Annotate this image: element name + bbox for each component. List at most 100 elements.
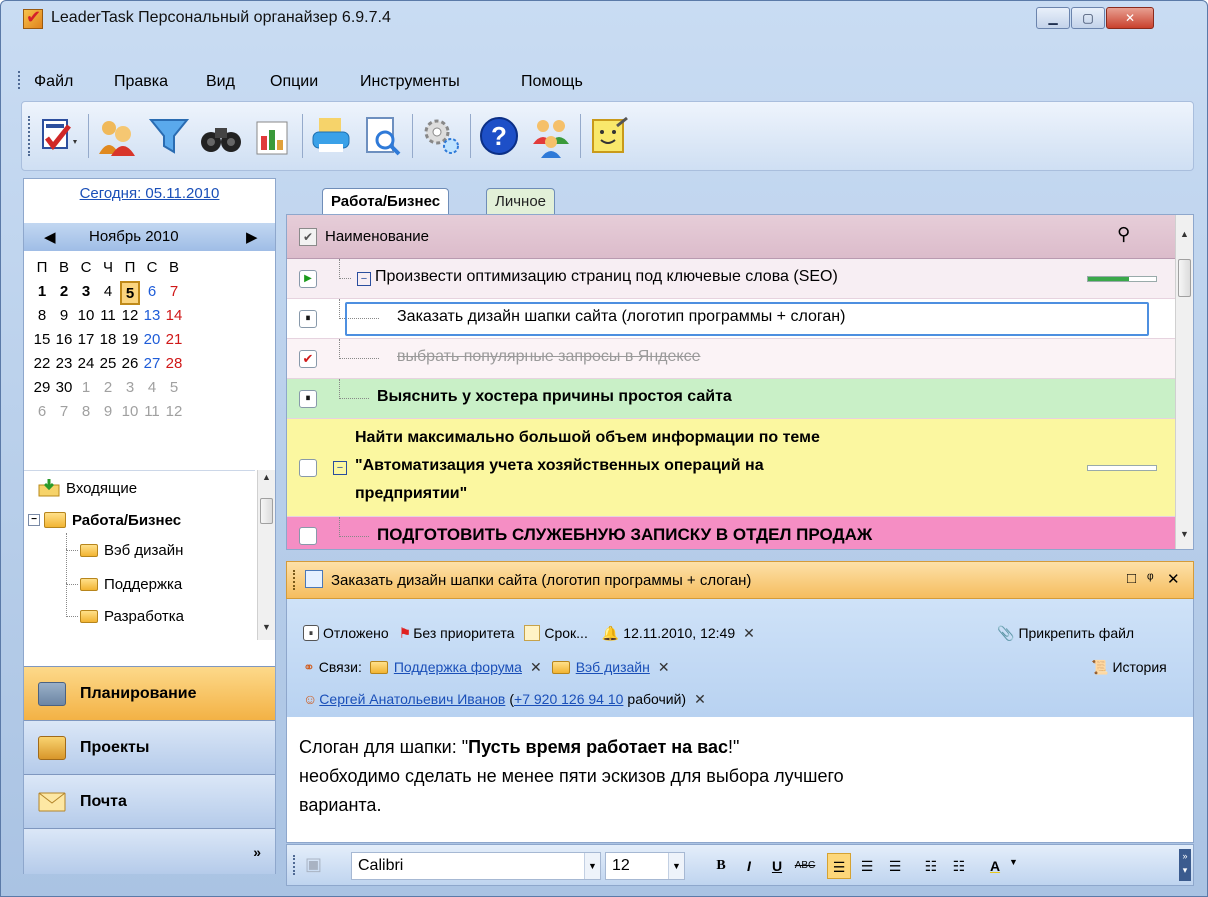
align-right-icon[interactable]: ☰ [883, 853, 907, 879]
done-check-icon[interactable]: ✔ [299, 350, 317, 368]
reminder-value[interactable]: 12.11.2010, 12:49 [623, 625, 735, 641]
print-icon[interactable] [308, 112, 354, 160]
calendar-day[interactable]: 3 [76, 281, 96, 305]
status-checkbox[interactable] [299, 527, 317, 545]
menu-grip[interactable] [18, 71, 21, 89]
task-row[interactable]: ⏸ Выяснить у хостера причины простоя сай… [287, 379, 1175, 419]
calendar-day[interactable]: 9 [98, 401, 118, 425]
calendar-day[interactable]: 28 [164, 353, 184, 377]
calendar-day[interactable]: 29 [32, 377, 52, 401]
pause-icon[interactable]: ⏸ [299, 310, 317, 328]
maximize-button[interactable]: ▢ [1071, 7, 1105, 29]
align-left-icon[interactable]: ☰ [827, 853, 851, 879]
calendar-day[interactable]: 27 [142, 353, 162, 377]
calendar-day[interactable]: 1 [32, 281, 52, 305]
calendar-day[interactable]: 7 [164, 281, 184, 305]
deadline-value[interactable]: Срок... [544, 625, 587, 641]
scroll-thumb[interactable] [1178, 259, 1191, 297]
menu-options[interactable]: Опции [270, 73, 318, 91]
toolbar-overflow-icon[interactable]: » ▾ [1179, 849, 1191, 881]
people-icon[interactable] [528, 112, 574, 160]
nav-more-button[interactable]: » [24, 828, 275, 874]
task-row[interactable]: − Найти максимально большой объем информ… [287, 419, 1175, 517]
pause-icon[interactable]: ⏸ [299, 390, 317, 408]
binoculars-icon[interactable] [198, 112, 244, 160]
today-link[interactable]: Сегодня: 05.11.2010 [24, 185, 275, 202]
tree-item-group[interactable]: − Работа/Бизнес [28, 507, 181, 533]
scroll-up-icon[interactable]: ▲ [258, 472, 275, 482]
tree-item-support[interactable]: Поддержка [80, 571, 182, 597]
month-title[interactable]: Ноябрь 2010 [89, 228, 179, 245]
calendar-day[interactable]: 2 [98, 377, 118, 401]
numbered-list-icon[interactable]: ☷ [947, 853, 971, 879]
link-web-design[interactable]: Вэб дизайн [576, 659, 650, 675]
remove-reminder-icon[interactable]: ✕ [743, 625, 755, 642]
phone-link[interactable]: +7 920 126 94 10 [514, 691, 623, 707]
contacts-icon[interactable] [94, 112, 140, 160]
collapse-icon[interactable]: − [333, 461, 347, 475]
menu-tools[interactable]: Инструменты [360, 73, 460, 91]
calendar-day[interactable]: 2 [54, 281, 74, 305]
scroll-thumb[interactable] [260, 498, 273, 524]
prev-month-button[interactable]: ◀ [44, 228, 56, 246]
tree-item-development[interactable]: Разработка [80, 603, 184, 629]
calendar-day[interactable]: 24 [76, 353, 96, 377]
calendar-day[interactable]: 5 [164, 377, 184, 401]
menu-view[interactable]: Вид [206, 73, 235, 91]
nav-projects-button[interactable]: Проекты [24, 720, 275, 774]
calendar-day[interactable]: 30 [54, 377, 74, 401]
tab-personal[interactable]: Личное [486, 188, 556, 214]
chevron-down-icon[interactable]: ▼ [668, 853, 684, 879]
column-name-header[interactable]: Наименование [325, 228, 429, 245]
settings-icon[interactable] [418, 112, 464, 160]
chevron-down-icon[interactable]: ▼ [1009, 857, 1018, 867]
float-panel-icon[interactable]: □ [1127, 570, 1136, 587]
calendar-day[interactable]: 23 [54, 353, 74, 377]
calendar-day[interactable]: 21 [164, 329, 184, 353]
next-month-button[interactable]: ▶ [246, 228, 258, 246]
calendar-day[interactable]: 16 [54, 329, 74, 353]
tree-item-web-design[interactable]: Вэб дизайн [80, 537, 183, 563]
calendar-day[interactable]: 6 [32, 401, 52, 425]
scroll-down-icon[interactable]: ▼ [1176, 529, 1193, 539]
preview-icon[interactable] [360, 112, 406, 160]
calendar-day-today[interactable]: 5 [120, 281, 140, 305]
calendar-day[interactable]: 14 [164, 305, 184, 329]
task-description[interactable]: Слоган для шапки: "Пусть время работает … [286, 717, 1194, 843]
calendar-day[interactable]: 3 [120, 377, 140, 401]
tree-item-inbox[interactable]: Входящие [38, 475, 137, 501]
scroll-up-icon[interactable]: ▲ [1176, 229, 1193, 239]
attach-file-button[interactable]: 📎 Прикрепить файл [997, 621, 1134, 645]
minimize-button[interactable]: ▁ [1036, 7, 1070, 29]
underline-button[interactable]: U [765, 853, 789, 879]
remove-contact-icon[interactable]: ✕ [694, 691, 706, 708]
task-row-selected[interactable]: ⏸ Заказать дизайн шапки сайта (логотип п… [287, 299, 1175, 339]
toolbar-grip[interactable] [28, 116, 31, 156]
notes-icon[interactable] [586, 112, 632, 160]
bold-button[interactable]: B [709, 853, 733, 879]
report-icon[interactable] [250, 112, 296, 160]
menu-file[interactable]: Файл [34, 73, 73, 91]
task-row[interactable]: ✔ выбрать популярные запросы в Яндексе [287, 339, 1175, 379]
link-support-forum[interactable]: Поддержка форума [394, 659, 522, 675]
nav-planning-button[interactable]: Планирование [24, 666, 275, 720]
toolbar-grip[interactable] [293, 855, 295, 875]
calendar-day[interactable]: 20 [142, 329, 162, 353]
grid-scrollbar[interactable]: ▲ ▼ [1175, 215, 1193, 549]
remove-link-icon[interactable]: ✕ [530, 659, 542, 676]
calendar-day[interactable]: 9 [54, 305, 74, 329]
calendar-day[interactable]: 4 [98, 281, 118, 305]
menu-edit[interactable]: Правка [114, 73, 168, 91]
tab-work-business[interactable]: Работа/Бизнес [322, 188, 450, 214]
calendar-day[interactable]: 13 [142, 305, 162, 329]
collapse-icon[interactable]: − [28, 514, 40, 526]
strikethrough-button[interactable]: ABC [793, 853, 817, 879]
filter-icon[interactable] [146, 112, 192, 160]
nav-mail-button[interactable]: Почта [24, 774, 275, 828]
add-task-icon[interactable] [36, 112, 82, 160]
calendar-day[interactable]: 4 [142, 377, 162, 401]
remove-link-icon[interactable]: ✕ [658, 659, 670, 676]
scroll-down-icon[interactable]: ▼ [258, 622, 275, 632]
font-family-select[interactable]: Calibri ▼ [351, 852, 601, 880]
status-value[interactable]: Отложено [323, 625, 389, 641]
